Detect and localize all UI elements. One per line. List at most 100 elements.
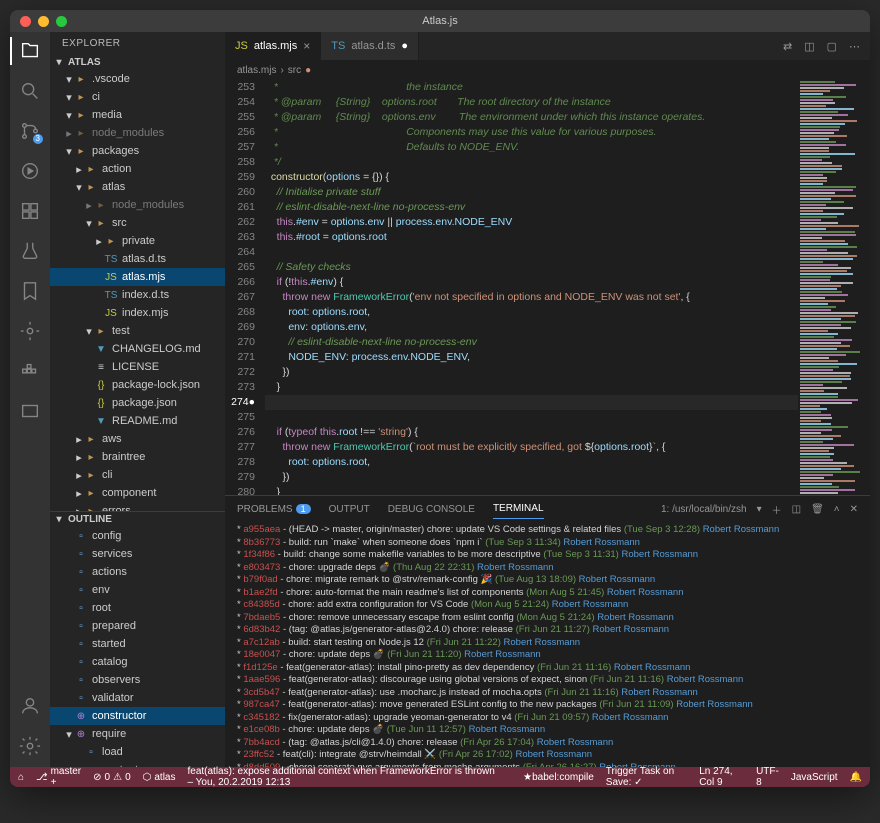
tree-row[interactable]: ▾ ▸ci [50,88,225,106]
tree-row[interactable]: ▸ ▸private [50,232,225,250]
remote-icon[interactable]: ⌂ [18,772,24,783]
outline-item[interactable]: ▫catalog [50,653,225,671]
tree-row[interactable]: ▸ ▸cli [50,466,225,484]
status-language[interactable]: JavaScript [791,772,838,783]
code-area[interactable]: * the instance * @param {String} options… [265,80,798,495]
tree-row[interactable]: ▸ ▸component [50,484,225,502]
outline-item[interactable]: ▫validator [50,689,225,707]
tree-row[interactable]: JSindex.mjs [50,304,225,322]
explorer-icon[interactable] [19,40,41,62]
tree-row[interactable]: TSatlas.d.ts [50,250,225,268]
breadcrumb[interactable]: atlas.mjs › src ● [225,60,870,80]
tree-row[interactable]: ▾ ▸test [50,322,225,340]
tree-row[interactable]: ≡LICENSE [50,358,225,376]
new-terminal-icon[interactable]: ＋ [772,502,782,517]
outline-item[interactable]: ⊕constructor [50,707,225,725]
layout-icon[interactable]: ▢ [827,40,837,53]
more-icon[interactable]: ⋯ [849,40,860,53]
tree-row[interactable]: {}package-lock.json [50,376,225,394]
maximize-window-icon[interactable] [56,16,67,27]
window-title: Atlas.js [422,15,457,27]
status-trigger[interactable]: Trigger Task on Save: ✓ [606,766,687,787]
status-scope[interactable]: ⬡ atlas [143,772,176,783]
outline-item[interactable]: ▫config [50,527,225,545]
bookmark-icon[interactable] [19,280,41,302]
docker-icon[interactable] [19,360,41,382]
gear-icon[interactable] [19,735,41,757]
outline-header[interactable]: ▾OUTLINE [50,512,225,527]
tree-row[interactable]: ▸ ▸node_modules [50,124,225,142]
compare-icon[interactable]: ⇄ [783,40,792,53]
outline-item[interactable]: ▫started [50,635,225,653]
panel-tabs: PROBLEMS1 OUTPUT DEBUG CONSOLE TERMINAL … [225,496,870,522]
outline-item[interactable]: ▫services [50,545,225,563]
main: JSatlas.mjs×TSatlas.d.ts● ⇄ ◫ ▢ ⋯ atlas.… [225,32,870,767]
tree-row[interactable]: ▸ ▸aws [50,430,225,448]
terminal-output[interactable]: * a955aea - (HEAD -> master, origin/mast… [225,522,870,767]
status-babel[interactable]: ★babel:compile [523,772,594,783]
minimap[interactable] [798,80,870,495]
tree-row[interactable]: JSatlas.mjs [50,268,225,286]
outline-item[interactable]: ▫root [50,599,225,617]
window: Atlas.js 3 EXPLORER ▾ATLAS ▾ ▸.vscode▾ ▸… [10,10,870,787]
project-root[interactable]: ▾ATLAS [50,55,225,70]
tree-row[interactable]: {}package.json [50,394,225,412]
tab-problems[interactable]: PROBLEMS1 [237,500,311,519]
outline-item[interactable]: ▫observers [50,671,225,689]
tab-terminal[interactable]: TERMINAL [493,499,544,519]
breadcrumb-file[interactable]: atlas.mjs [237,65,276,76]
tree-row[interactable]: ▼CHANGELOG.md [50,340,225,358]
project-icon[interactable] [19,400,41,422]
status-commit[interactable]: feat(atlas): expose additional context w… [187,766,499,787]
maximize-panel-icon[interactable]: ˄ [834,504,840,515]
tree-row[interactable]: ▼README.md [50,412,225,430]
kill-terminal-icon[interactable]: 🗑 [811,504,824,515]
tree-row[interactable]: ▾ ▸packages [50,142,225,160]
minimize-window-icon[interactable] [38,16,49,27]
test-icon[interactable] [19,240,41,262]
titlebar[interactable]: Atlas.js [10,10,870,32]
tree-row[interactable]: ▸ ▸action [50,160,225,178]
status-errors[interactable]: ⊘ 0 ⚠ 0 [93,772,130,783]
status-branch[interactable]: ⎇ master + [36,766,81,787]
gitlens-icon[interactable] [19,320,41,342]
tree-row[interactable]: ▾ ▸src [50,214,225,232]
outline-item[interactable]: ▾ ⊕require [50,725,225,743]
split-terminal-icon[interactable]: ◫ [792,504,801,515]
sidebar: EXPLORER ▾ATLAS ▾ ▸.vscode▾ ▸ci▾ ▸media▸… [50,32,225,767]
terminal-dropdown-icon[interactable]: ▾ [757,504,762,515]
outline-item[interactable]: ▫env [50,581,225,599]
tree-row[interactable]: ▾ ▸atlas [50,178,225,196]
tree-row[interactable]: ▸ ▸node_modules [50,196,225,214]
tree-row[interactable]: ▸ ▸braintree [50,448,225,466]
close-window-icon[interactable] [20,16,31,27]
file-tree[interactable]: ▾ ▸.vscode▾ ▸ci▾ ▸media▸ ▸node_modules▾ … [50,70,225,511]
terminal-selector[interactable]: 1: /usr/local/bin/zsh [661,504,747,515]
debug-icon[interactable] [19,160,41,182]
panel: PROBLEMS1 OUTPUT DEBUG CONSOLE TERMINAL … [225,495,870,767]
outline-item[interactable]: ▫prepared [50,617,225,635]
tree-row[interactable]: TSindex.d.ts [50,286,225,304]
tree-row[interactable]: ▸ ▸errors [50,502,225,511]
status-encoding[interactable]: UTF-8 [756,766,779,787]
tab-output[interactable]: OUTPUT [329,500,370,519]
status-position[interactable]: Ln 274, Col 9 [699,766,744,787]
tree-row[interactable]: ▾ ▸media [50,106,225,124]
breadcrumb-folder[interactable]: src [288,65,301,76]
outline-item[interactable]: ▫actions [50,563,225,581]
search-icon[interactable] [19,80,41,102]
tree-row[interactable]: ▾ ▸.vscode [50,70,225,88]
outline-item[interactable]: ▫load [50,743,225,761]
body: 3 EXPLORER ▾ATLAS ▾ ▸.vscode▾ ▸ci▾ ▸medi… [10,32,870,767]
notification-icon[interactable]: 🔔 [850,772,862,783]
account-icon[interactable] [19,695,41,717]
editor-tab[interactable]: TSatlas.d.ts● [321,32,419,60]
close-panel-icon[interactable]: ✕ [850,504,858,515]
tab-debug-console[interactable]: DEBUG CONSOLE [388,500,475,519]
split-icon[interactable]: ◫ [804,40,814,53]
extensions-icon[interactable] [19,200,41,222]
source-control-icon[interactable]: 3 [19,120,41,142]
editor[interactable]: 2532542552562572582592602612622632642652… [225,80,870,495]
editor-tab[interactable]: JSatlas.mjs× [225,32,321,60]
outline-tree[interactable]: ▫config ▫services ▫actions ▫env ▫root ▫p… [50,527,225,767]
